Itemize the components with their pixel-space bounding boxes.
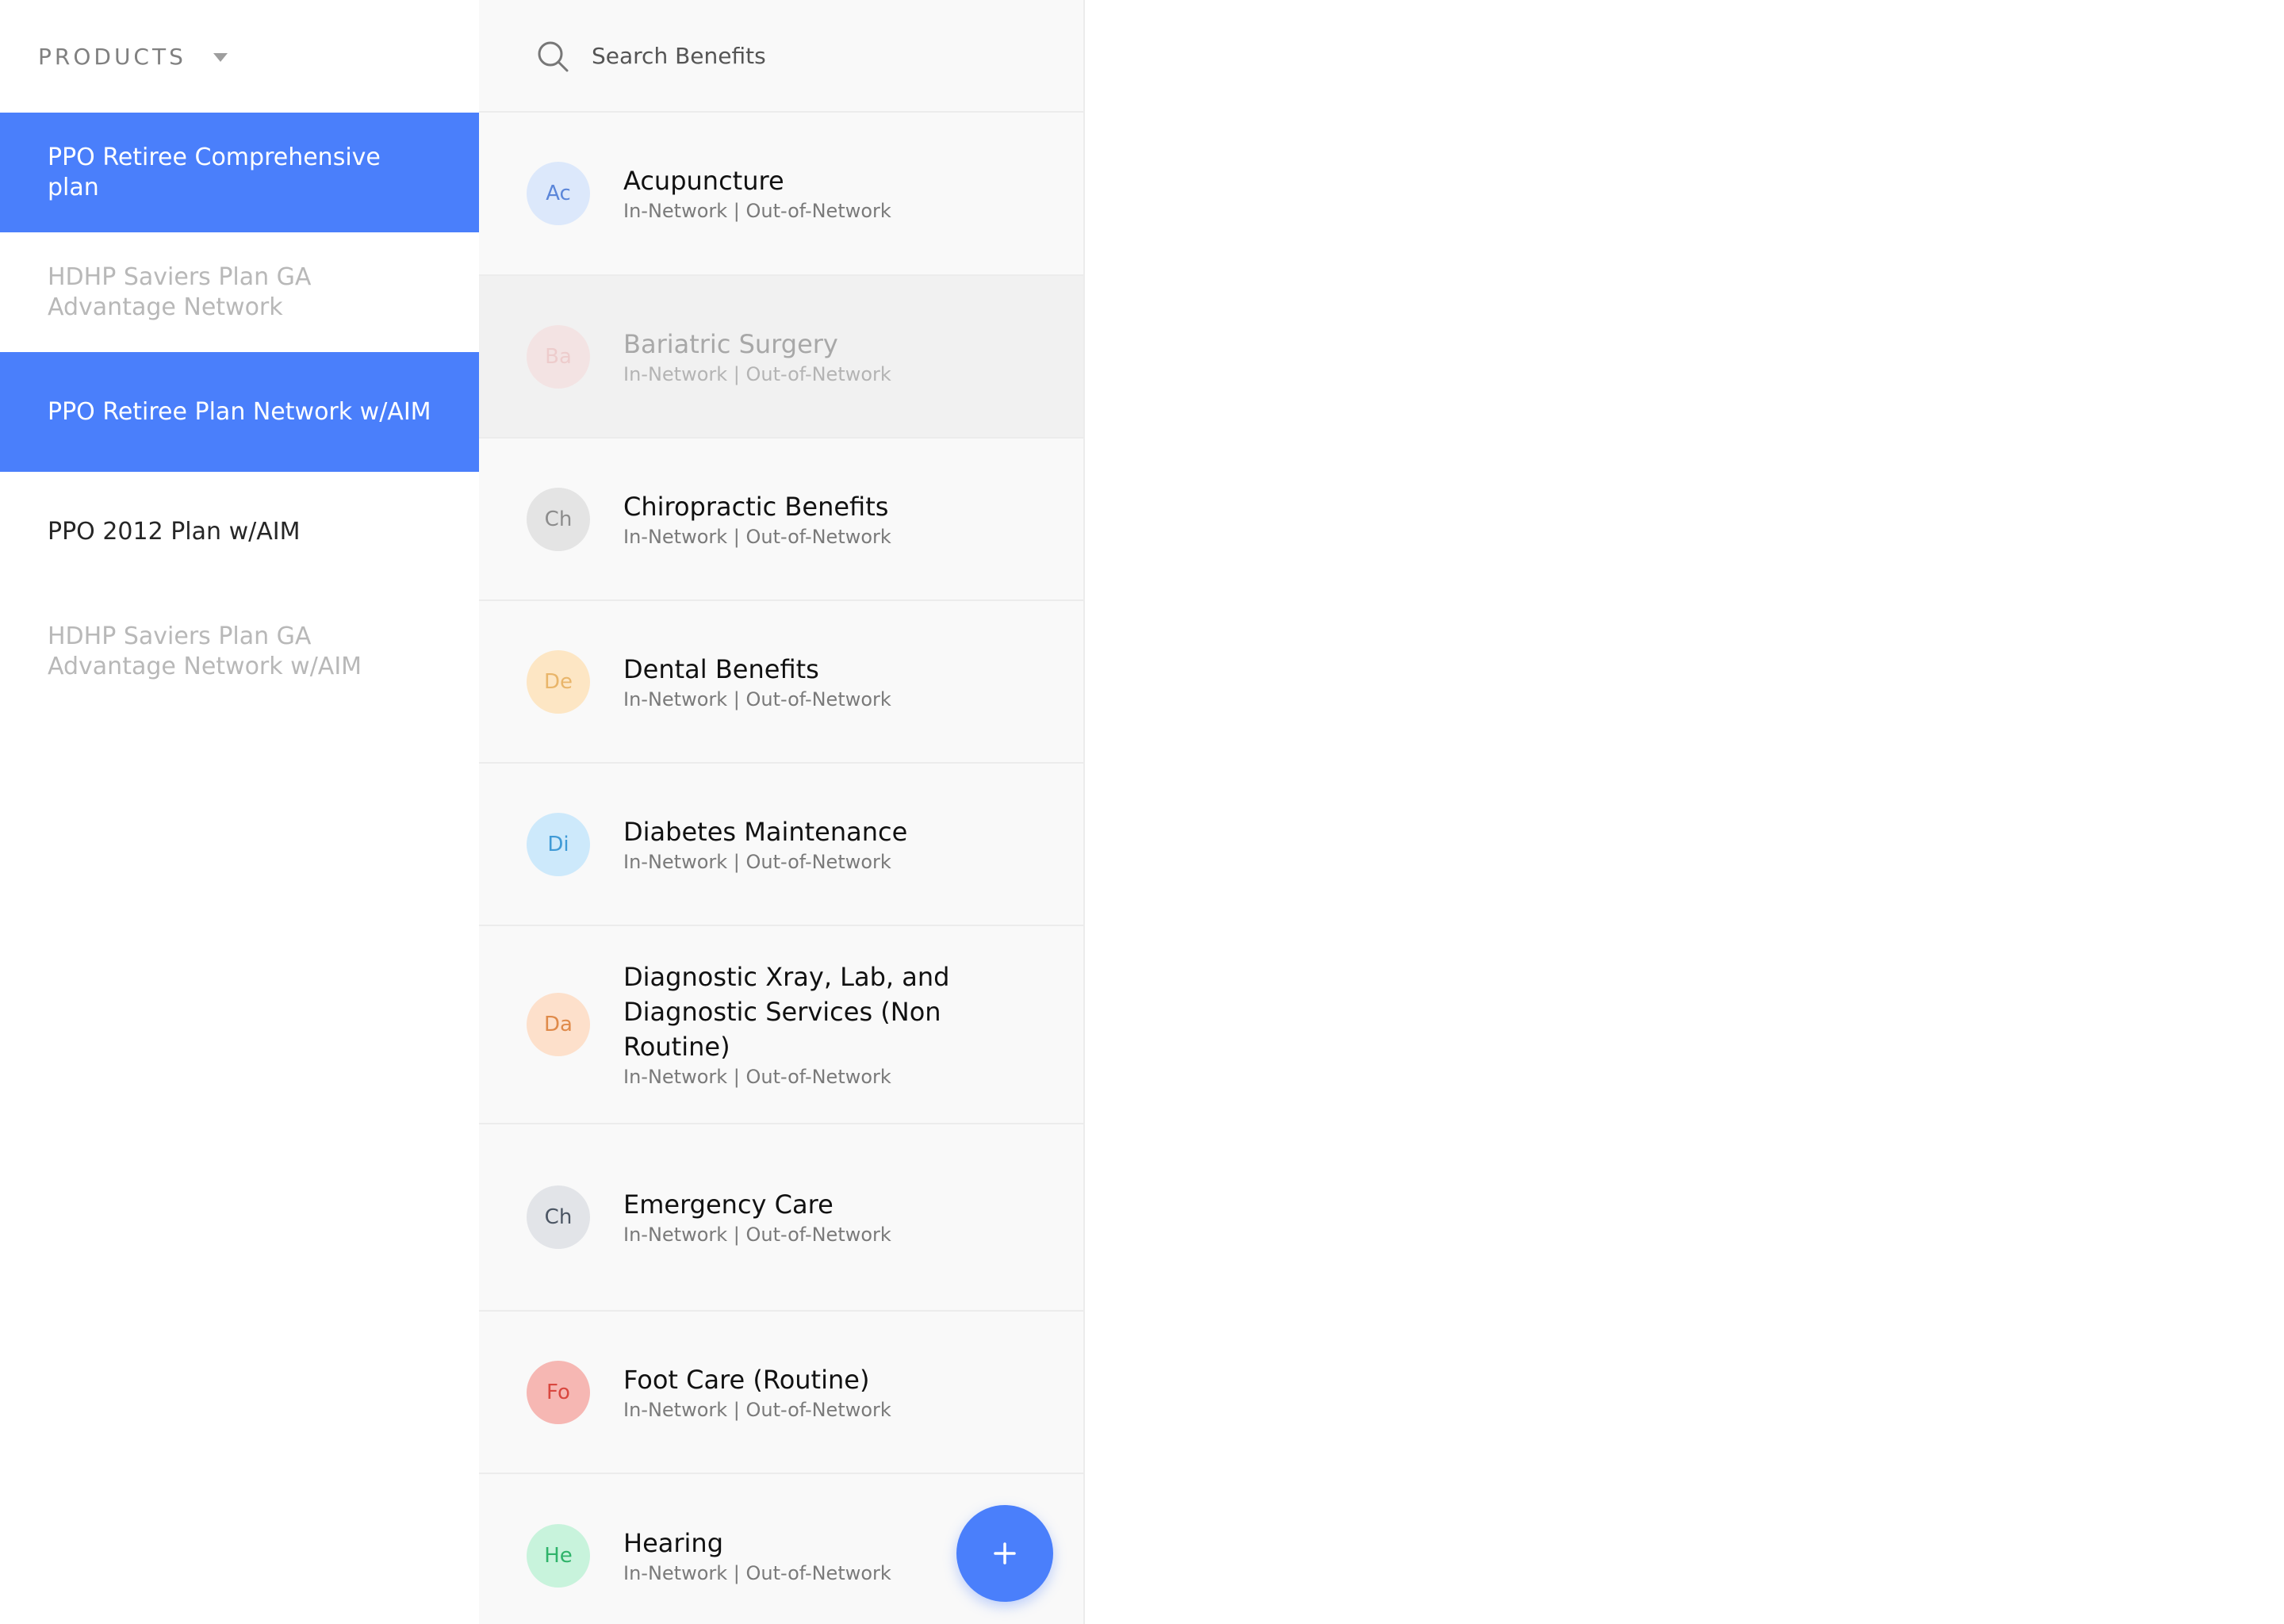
product-label: PPO Retiree Comprehensive plan bbox=[48, 143, 381, 201]
avatar-initials: Ac bbox=[546, 182, 571, 205]
benefit-title: Emergency Care bbox=[623, 1189, 834, 1220]
avatar-initials: Ba bbox=[545, 344, 572, 369]
benefit-title: Bariatric Surgery bbox=[623, 328, 838, 359]
benefit-title: Diabetes Maintenance bbox=[623, 816, 908, 847]
search-icon[interactable] bbox=[536, 40, 569, 73]
detail-area bbox=[1085, 0, 2284, 1624]
search-input[interactable] bbox=[590, 35, 1037, 76]
benefit-subtitle: In-Network | Out-of-Network bbox=[623, 1398, 891, 1421]
products-list: PPO Retiree Comprehensive plan HDHP Savi… bbox=[0, 113, 479, 711]
benefit-subtitle: In-Network | Out-of-Network bbox=[623, 1224, 891, 1246]
product-label: HDHP Saviers Plan GA Advantage Network w… bbox=[48, 622, 362, 680]
products-panel: PRODUCTS PPO Retiree Comprehensive plan … bbox=[0, 0, 479, 1624]
avatar: Di bbox=[527, 812, 590, 876]
benefit-subtitle: In-Network | Out-of-Network bbox=[623, 850, 891, 873]
benefit-row[interactable]: Ac Acupuncture In-Network | Out-of-Netwo… bbox=[479, 113, 1083, 276]
product-item[interactable]: HDHP Saviers Plan GA Advantage Network w… bbox=[0, 592, 479, 711]
product-label: HDHP Saviers Plan GA Advantage Network bbox=[48, 262, 312, 321]
product-item[interactable]: HDHP Saviers Plan GA Advantage Network bbox=[0, 232, 479, 352]
benefit-row[interactable]: Di Diabetes Maintenance In-Network | Out… bbox=[479, 764, 1083, 926]
avatar-initials: He bbox=[544, 1543, 573, 1568]
benefit-title: Foot Care (Routine) bbox=[623, 1364, 870, 1395]
avatar: Da bbox=[527, 993, 590, 1056]
benefit-title: Diagnostic Xray, Lab, and Diagnostic Ser… bbox=[623, 962, 950, 1062]
avatar: Fo bbox=[527, 1360, 590, 1424]
products-dropdown[interactable]: PRODUCTS bbox=[0, 0, 479, 113]
avatar-initials: Fo bbox=[546, 1380, 570, 1404]
product-label: PPO 2012 Plan w/AIM bbox=[48, 517, 301, 546]
benefit-subtitle: In-Network | Out-of-Network bbox=[623, 688, 891, 710]
benefit-subtitle: In-Network | Out-of-Network bbox=[623, 525, 891, 548]
benefits-panel: Ac Acupuncture In-Network | Out-of-Netwo… bbox=[479, 0, 1085, 1624]
benefit-subtitle: In-Network | Out-of-Network bbox=[623, 1066, 891, 1088]
avatar: Ac bbox=[527, 162, 590, 225]
avatar: Ch bbox=[527, 487, 590, 551]
product-item[interactable]: PPO Retiree Comprehensive plan bbox=[0, 113, 479, 232]
avatar: De bbox=[527, 649, 590, 714]
product-label: PPO Retiree Plan Network w/AIM bbox=[48, 397, 431, 426]
caret-down-icon bbox=[213, 52, 228, 62]
benefit-title: Acupuncture bbox=[623, 166, 784, 196]
benefit-row[interactable]: Ba Bariatric Surgery In-Network | Out-of… bbox=[479, 276, 1083, 439]
products-title: PRODUCTS bbox=[38, 43, 186, 70]
benefit-title: Chiropractic Benefits bbox=[623, 491, 889, 522]
avatar-initials: Ch bbox=[544, 507, 573, 531]
product-item[interactable]: PPO 2012 Plan w/AIM bbox=[0, 472, 479, 592]
benefit-row[interactable]: De Dental Benefits In-Network | Out-of-N… bbox=[479, 601, 1083, 764]
benefit-title: Dental Benefits bbox=[623, 653, 819, 684]
avatar: Ch bbox=[527, 1185, 590, 1249]
benefit-row[interactable]: Da Diagnostic Xray, Lab, and Diagnostic … bbox=[479, 926, 1083, 1124]
benefit-subtitle: In-Network | Out-of-Network bbox=[623, 200, 891, 222]
benefit-subtitle: In-Network | Out-of-Network bbox=[623, 362, 891, 385]
search-bar bbox=[479, 0, 1083, 113]
benefits-list: Ac Acupuncture In-Network | Out-of-Netwo… bbox=[479, 113, 1083, 1624]
benefit-row[interactable]: Ch Chiropractic Benefits In-Network | Ou… bbox=[479, 439, 1083, 601]
benefit-row[interactable]: Ch Emergency Care In-Network | Out-of-Ne… bbox=[479, 1124, 1083, 1312]
avatar-initials: Di bbox=[547, 832, 569, 856]
avatar-initials: Da bbox=[544, 1013, 573, 1036]
plus-icon bbox=[994, 1542, 1016, 1565]
avatar: He bbox=[527, 1523, 590, 1588]
avatar-initials: De bbox=[543, 669, 573, 694]
product-item[interactable]: PPO Retiree Plan Network w/AIM bbox=[0, 352, 479, 472]
add-benefit-button[interactable] bbox=[956, 1505, 1053, 1602]
avatar-initials: Ch bbox=[544, 1205, 573, 1229]
avatar: Ba bbox=[527, 324, 590, 389]
benefit-row[interactable]: Fo Foot Care (Routine) In-Network | Out-… bbox=[479, 1312, 1083, 1474]
